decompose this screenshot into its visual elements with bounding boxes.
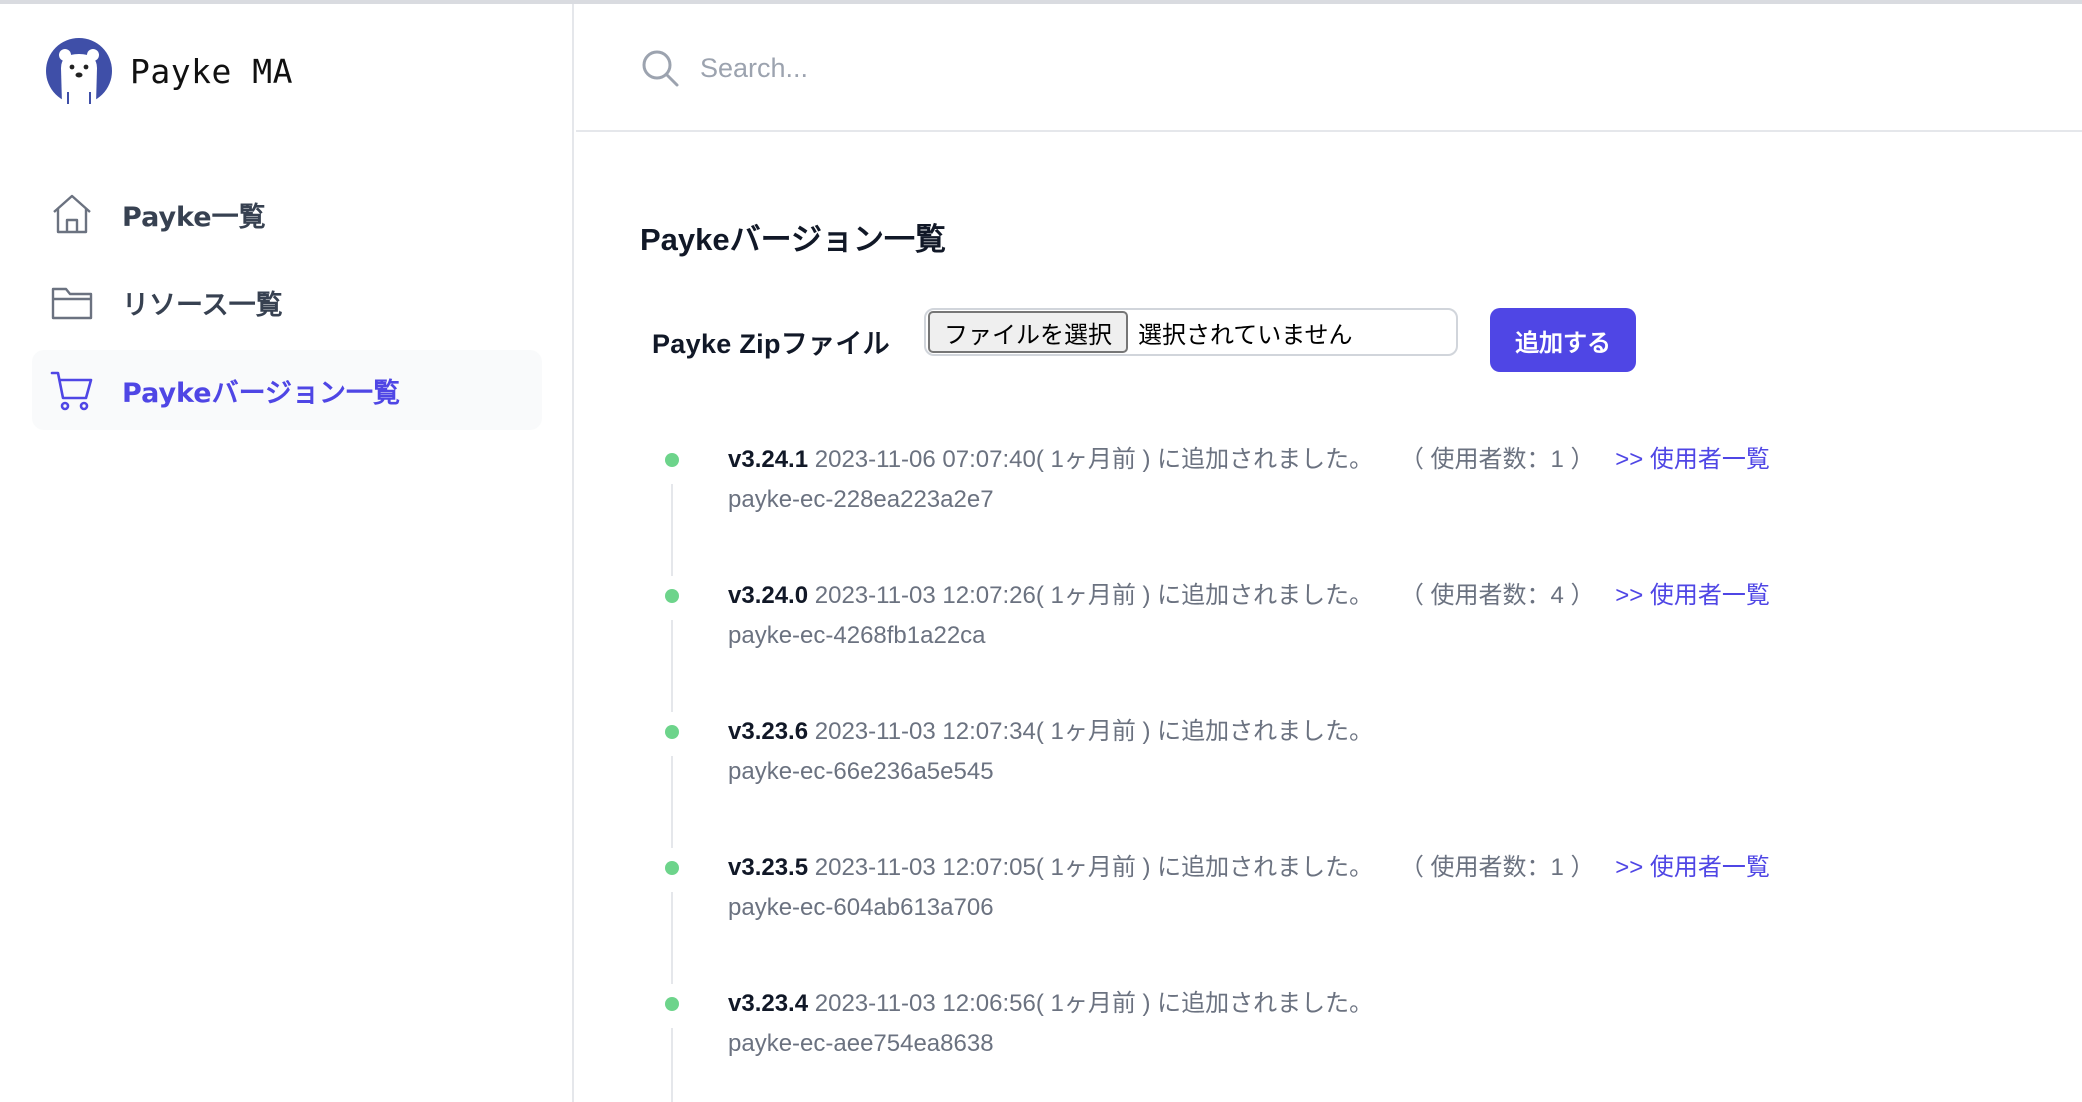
user-count: （ 使用者数：1 ） (1399, 446, 1595, 473)
sidebar-item-payke-versions[interactable]: Paykeバージョン一覧 (32, 350, 542, 430)
version-added-info: 2023-11-03 12:07:34( 1ヶ月前 ) に追加されました。 (814, 718, 1374, 745)
zip-file-label: Payke Zipファイル (652, 328, 890, 359)
file-status-text: 選択されていません (1138, 320, 1353, 349)
status-dot-icon (665, 453, 679, 467)
zip-file-input[interactable]: ファイルを選択 選択されていません (924, 308, 1458, 356)
timeline-item: v3.23.6 2023-11-03 12:07:34( 1ヶ月前 ) に追加さ… (660, 712, 2060, 848)
user-list-link[interactable]: >> 使用者一覧 (1615, 582, 1770, 609)
status-dot-icon (665, 997, 679, 1011)
timeline-connector (671, 756, 673, 848)
user-count: （ 使用者数：4 ） (1399, 582, 1595, 609)
timeline-item: v3.24.0 2023-11-03 12:07:26( 1ヶ月前 ) に追加さ… (660, 576, 2060, 712)
timeline-connector (671, 892, 673, 984)
choose-file-button[interactable]: ファイルを選択 (928, 311, 1128, 353)
add-version-button[interactable]: 追加する (1490, 308, 1636, 372)
status-dot-icon (665, 861, 679, 875)
user-list-link[interactable]: >> 使用者一覧 (1615, 446, 1770, 473)
user-count: （ 使用者数：1 ） (1399, 854, 1595, 881)
timeline-connector (671, 620, 673, 712)
folder-icon (51, 287, 93, 320)
cart-icon (50, 371, 93, 411)
version-added-info: 2023-11-03 12:06:56( 1ヶ月前 ) に追加されました。 (814, 990, 1374, 1017)
upload-form: Payke Zipファイル ファイルを選択 選択されていません 追加する (652, 308, 1636, 374)
version-number: v3.24.0 (728, 582, 809, 609)
home-icon (53, 194, 91, 234)
timeline-connector (671, 1028, 673, 1102)
version-code: payke-ec-604ab613a706 (728, 894, 994, 921)
sidebar: Payke MA Payke一覧 リソース一覧 Paykeバージョン一覧 (0, 4, 574, 1102)
bear-logo-icon (46, 38, 112, 104)
sidebar-item-label: リソース一覧 (122, 289, 283, 321)
version-added-info: 2023-11-06 07:07:40( 1ヶ月前 ) に追加されました。 (814, 446, 1374, 473)
sidebar-item-resource-list[interactable]: リソース一覧 (32, 262, 542, 342)
version-timeline: v3.24.1 2023-11-06 07:07:40( 1ヶ月前 ) に追加さ… (660, 440, 2060, 1102)
sidebar-item-payke-list[interactable]: Payke一覧 (32, 174, 542, 254)
timeline-item: v3.24.1 2023-11-06 07:07:40( 1ヶ月前 ) に追加さ… (660, 440, 2060, 576)
search-icon (642, 50, 679, 87)
version-number: v3.23.5 (728, 854, 809, 881)
version-code: payke-ec-aee754ea8638 (728, 1030, 994, 1057)
user-list-link[interactable]: >> 使用者一覧 (1615, 854, 1770, 881)
timeline-item: v3.23.5 2023-11-03 12:07:05( 1ヶ月前 ) に追加さ… (660, 848, 2060, 984)
timeline-connector (671, 484, 673, 576)
version-code: payke-ec-66e236a5e545 (728, 758, 994, 785)
version-number: v3.24.1 (728, 446, 809, 473)
status-dot-icon (665, 589, 679, 603)
version-number: v3.23.4 (728, 990, 809, 1017)
version-added-info: 2023-11-03 12:07:26( 1ヶ月前 ) に追加されました。 (814, 582, 1374, 609)
search-input[interactable] (700, 42, 1600, 94)
version-code: payke-ec-4268fb1a22ca (728, 622, 986, 649)
version-number: v3.23.6 (728, 718, 809, 745)
sidebar-item-label: Payke一覧 (122, 201, 266, 233)
app-name: Payke MA (130, 51, 293, 91)
sidebar-nav: Payke一覧 リソース一覧 Paykeバージョン一覧 (32, 174, 542, 438)
brand[interactable]: Payke MA (46, 38, 293, 104)
page-title: Paykeバージョン一覧 (640, 222, 947, 257)
version-code: payke-ec-228ea223a2e7 (728, 486, 994, 513)
version-added-info: 2023-11-03 12:07:05( 1ヶ月前 ) に追加されました。 (814, 854, 1374, 881)
timeline-item: v3.23.4 2023-11-03 12:06:56( 1ヶ月前 ) に追加さ… (660, 984, 2060, 1102)
status-dot-icon (665, 725, 679, 739)
sidebar-item-label: Paykeバージョン一覧 (122, 377, 401, 409)
